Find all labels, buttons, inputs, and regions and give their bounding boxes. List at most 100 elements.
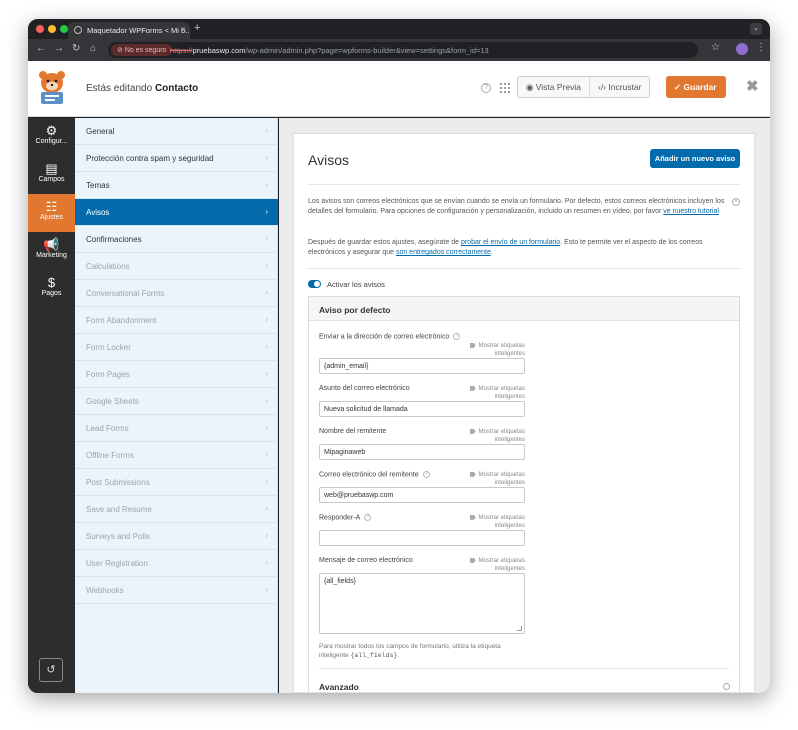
settings-menu-item-label: Conversational Forms [86,289,165,298]
reply-to-input[interactable] [319,530,525,546]
builder-sidebar: ⚙ Configur... ▤ Campos ☷ Ajustes 📢 Marke… [28,118,75,693]
settings-menu-item-label: Google Sheets [86,397,139,406]
back-button[interactable]: ← [36,43,46,54]
sidebar-item-marketing[interactable]: 📢 Marketing [28,232,75,270]
help-icon[interactable]: ? [422,471,430,478]
add-notification-button[interactable]: Añadir un nuevo aviso [650,149,740,168]
settings-menu-item-google-sheets[interactable]: Google Sheets › [75,388,278,415]
settings-menu-item-lead-forms[interactable]: Lead Forms › [75,415,278,442]
help-icon[interactable]: ? [481,83,491,93]
settings-menu-item-form-locker[interactable]: Form Locker › [75,334,278,361]
profile-avatar[interactable] [736,43,748,55]
settings-menu-item-post-submissions[interactable]: Post Submissions › [75,469,278,496]
url-text[interactable]: https://pruebaswp.com/wp-admin/admin.php… [170,46,489,55]
settings-menu-item-temas[interactable]: Temas › [75,172,278,199]
close-builder-icon[interactable]: ✖ [746,77,759,95]
save-button[interactable]: ✓ Guardar [666,76,726,98]
settings-menu-item-confirmaciones[interactable]: Confirmaciones › [75,226,278,253]
embed-button[interactable]: ‹/› Incrustar [588,77,649,97]
smart-tags-link[interactable]: Mostrar etiquetas inteligentes [459,428,525,444]
tutorial-link[interactable]: ve nuestro tutorial [663,208,719,215]
browser-menu-button[interactable]: ⋮ [756,42,766,53]
smart-tags-link[interactable]: Mostrar etiquetas inteligentes [459,514,525,530]
test-submission-link[interactable]: probar el envío de un formulario [461,239,560,246]
settings-menu-item-calculations[interactable]: Calculations › [75,253,278,280]
reply-to-label: Responder-A? [319,514,372,521]
browser-tab[interactable]: Maquetador WPForms < Mi b... × [68,22,190,39]
forward-button[interactable]: → [54,43,64,54]
sidebar-item-setup[interactable]: ⚙ Configur... [28,118,75,156]
intro-paragraph-1: Los avisos son correos electrónicos que … [308,198,725,215]
megaphone-icon: 📢 [43,237,60,252]
preview-button[interactable]: ◉ Vista Previa [518,77,589,97]
smart-tags-label: Mostrar etiquetas inteligentes [478,343,525,357]
send-to-label: Enviar a la dirección de correo electrón… [319,333,461,341]
sidebar-item-payments[interactable]: $ Pagos [28,270,75,308]
expand-icon[interactable] [723,683,730,690]
editing-prefix: Estás editando [86,83,153,94]
wpforms-bear-logo [39,71,65,104]
settings-menu-item-webhooks[interactable]: Webhooks › [75,577,278,604]
smart-tags-link[interactable]: Mostrar etiquetas inteligentes [459,471,525,487]
sidebar-item-settings[interactable]: ☷ Ajustes [28,194,75,232]
smart-tags-link[interactable]: Mostrar etiquetas inteligentes [459,557,525,573]
settings-menu-item-surveys-and-polls[interactable]: Surveys and Polls › [75,523,278,550]
send-to-input[interactable]: {admin_email} [319,358,525,374]
settings-menu-item-protección-contra-spam-y-seguridad[interactable]: Protección contra spam y seguridad › [75,145,278,172]
tag-icon [469,514,476,520]
home-button[interactable]: ⌂ [90,43,96,54]
enable-notifications-toggle[interactable] [308,280,321,288]
settings-menu-item-conversational-forms[interactable]: Conversational Forms › [75,280,278,307]
message-textarea[interactable]: {all_fields} [319,573,525,634]
help-icon[interactable]: ? [453,333,461,340]
all-fields-hint: Para mostrar todos los campos de formula… [319,642,529,660]
chevron-right-icon: › [265,261,268,270]
advanced-section-toggle[interactable]: Avanzado [319,682,359,692]
browser-window: Maquetador WPForms < Mi b... × + ⌄ ← → ↻… [28,19,770,693]
chevron-right-icon: › [265,423,268,432]
tag-icon [469,557,476,563]
settings-menu-item-avisos[interactable]: Avisos › [75,199,278,226]
new-tab-button[interactable]: + [194,22,200,34]
sidebar-item-fields[interactable]: ▤ Campos [28,156,75,194]
settings-menu-item-form-pages[interactable]: Form Pages › [75,361,278,388]
settings-menu-item-general[interactable]: General › [75,118,278,145]
chevron-right-icon: › [265,153,268,162]
close-window-button[interactable] [36,25,44,33]
subject-input[interactable]: Nueva solicitud de llamada [319,401,525,417]
bookmark-star-icon[interactable]: ☆ [711,42,720,53]
notification-title[interactable]: Aviso por defecto [309,297,739,321]
help-icon[interactable]: ? [364,514,372,521]
hint-text: Para mostrar todos los campos de formula… [319,643,501,659]
embed-label: Incrustar [608,82,642,92]
revisions-history-icon[interactable]: ↺ [39,658,63,682]
smart-tags-link[interactable]: Mostrar etiquetas inteligentes [459,385,525,401]
resize-handle[interactable] [517,626,522,631]
settings-menu-item-user-registration[interactable]: User Registration › [75,550,278,577]
settings-menu-item-form-abandonment[interactable]: Form Abandonment › [75,307,278,334]
security-chip[interactable]: ⊘ No es seguro [111,44,173,56]
settings-menu-item-save-and-resume[interactable]: Save and Resume › [75,496,278,523]
from-email-input[interactable]: web@pruebaswp.com [319,487,525,503]
smart-tags-label: Mostrar etiquetas inteligentes [478,472,525,486]
dismiss-icon[interactable]: × [732,198,740,206]
tab-search-button[interactable]: ⌄ [750,23,762,35]
from-name-input[interactable]: Mipaginaweb [319,444,525,460]
chevron-right-icon: › [265,504,268,513]
settings-menu-item-label: Offline Forms [86,451,134,460]
settings-menu-item-label: Post Submissions [86,478,150,487]
settings-menu-item-label: Form Locker [86,343,131,352]
delivered-correctly-link[interactable]: son entregados correctamente [396,249,491,256]
send-to-label-text: Enviar a la dirección de correo electrón… [319,333,450,341]
reload-button[interactable]: ↻ [72,43,80,54]
grid-icon[interactable] [500,83,510,93]
maximize-window-button[interactable] [60,25,68,33]
tab-close-icon[interactable]: × [181,25,186,34]
sidebar-item-label: Campos [38,176,65,183]
settings-menu-item-offline-forms[interactable]: Offline Forms › [75,442,278,469]
smart-tags-link[interactable]: Mostrar etiquetas inteligentes [459,342,525,358]
address-bar[interactable]: ⊘ No es seguro https://pruebaswp.com/wp-… [108,42,720,58]
sidebar-item-label: Ajustes [40,214,63,221]
tab-strip: Maquetador WPForms < Mi b... × + ⌄ [28,19,770,39]
minimize-window-button[interactable] [48,25,56,33]
